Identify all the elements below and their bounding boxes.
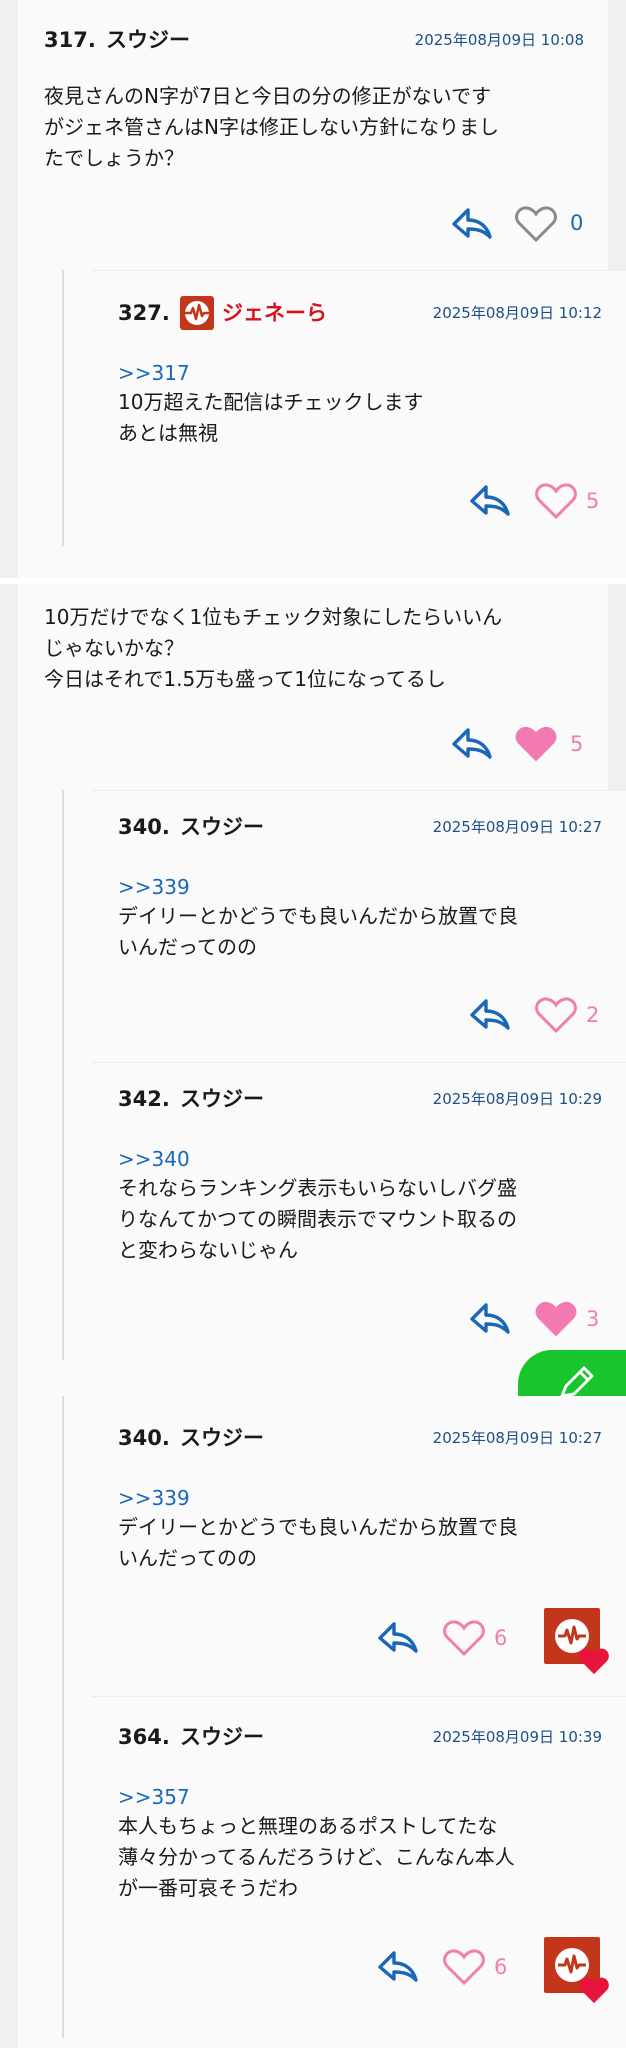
reply-arrow-icon: [470, 1303, 510, 1334]
heart-icon: [443, 1620, 485, 1657]
comment-header: 317. スウジー 2025年08月09日 10:08: [44, 24, 584, 56]
timestamp: 2025年08月09日 10:27: [432, 818, 602, 836]
like-count: 2: [586, 1003, 600, 1027]
reply-button[interactable]: [468, 481, 512, 521]
heart-icon: [443, 1949, 485, 1986]
comment-body: デイリーとかどうでも良いんだから放置で良 いんだってのの: [118, 904, 518, 959]
comment-number: 317.: [44, 28, 96, 52]
author-name[interactable]: スウジー: [180, 1083, 264, 1115]
reply-arrow-icon: [470, 999, 510, 1030]
comment-number: 364.: [118, 1725, 170, 1749]
author-name[interactable]: スウジー: [180, 1422, 264, 1454]
like-count: 6: [494, 1626, 508, 1650]
timestamp: 2025年08月09日 10:27: [432, 1429, 602, 1447]
liker-avatar[interactable]: [544, 1937, 609, 2004]
reply-button[interactable]: [376, 1618, 420, 1658]
reply-comment: 327. ジェネーら 2025年08月09日 10:12 >>317 10万超え…: [92, 270, 626, 578]
reply-arrow-icon: [452, 728, 492, 759]
comment-number: 342.: [118, 1087, 170, 1111]
timestamp: 2025年08月09日 10:12: [432, 304, 602, 322]
comment-number: 327.: [118, 301, 170, 325]
heart-filled-icon: [535, 1301, 577, 1337]
timestamp: 2025年08月09日 10:08: [414, 31, 584, 49]
comment-number: 340.: [118, 1426, 170, 1450]
heart-filled-icon: [579, 1648, 609, 1675]
liker-avatar[interactable]: [544, 1608, 609, 1675]
like-button[interactable]: [514, 204, 558, 244]
reply-reference-link[interactable]: >>339: [118, 1486, 190, 1510]
comment-header: 342. スウジー 2025年08月09日 10:29: [118, 1083, 602, 1115]
like-button[interactable]: [442, 1947, 486, 1987]
like-count: 5: [570, 732, 584, 756]
like-button[interactable]: [534, 481, 578, 521]
author-name[interactable]: スウジー: [180, 1721, 264, 1753]
comment-card: 317. スウジー 2025年08月09日 10:08 夜見さんのN字が7日と今…: [18, 0, 626, 578]
heart-icon: [515, 206, 557, 243]
author-name[interactable]: スウジー: [106, 24, 190, 56]
comment-body: 10万超えた配信はチェックします あとは無視: [118, 390, 424, 445]
reply-arrow-icon: [378, 1622, 418, 1653]
comment-body: 夜見さんのN字が7日と今日の分の修正がないです がジェネ管さんはN字は修正しない…: [44, 84, 499, 170]
heart-filled-icon: [515, 726, 557, 762]
reply-reference-link[interactable]: >>339: [118, 875, 190, 899]
comment-header: 340. スウジー 2025年08月09日 10:27: [118, 1422, 602, 1454]
reply-button[interactable]: [468, 995, 512, 1035]
like-count: 6: [494, 1955, 508, 1979]
like-button[interactable]: [534, 995, 578, 1035]
like-button[interactable]: [514, 724, 558, 764]
reply-thread-line: [62, 270, 64, 546]
comment-body: それならランキング表示もいらないしバグ盛 りなんてかつての瞬間表示でマウント取る…: [118, 1176, 517, 1262]
reply-thread-line: [62, 1396, 64, 2038]
reply-button[interactable]: [450, 724, 494, 764]
reply-button[interactable]: [450, 204, 494, 244]
reply-comment: 342. スウジー 2025年08月09日 10:29 >>340 それならラン…: [92, 1062, 626, 1396]
comment-body: 本人もちょっと無理のあるポストしてたな 薄々分かってるんだろうけど、こんなん本人…: [118, 1814, 515, 1900]
pulse-badge-icon: [180, 296, 214, 330]
comment-header: 327. ジェネーら 2025年08月09日 10:12: [118, 296, 602, 330]
reply-button[interactable]: [376, 1947, 420, 1987]
heart-filled-icon: [579, 1977, 609, 2004]
like-button[interactable]: [534, 1299, 578, 1339]
comment-number: 340.: [118, 815, 170, 839]
screenshot-segment-2: 10万だけでなく1位もチェック対象にしたらいいん じゃないかな？ 今日はそれで1…: [0, 584, 626, 1396]
reply-comment: 364. スウジー 2025年08月09日 10:39 >>357 本人もちょっ…: [92, 1696, 626, 2048]
like-count: 0: [570, 211, 584, 235]
reply-comment: 340. スウジー 2025年08月09日 10:27 >>339 デイリーとか…: [92, 1396, 626, 1696]
reply-arrow-icon: [378, 1951, 418, 1982]
screenshot-segment-1: 317. スウジー 2025年08月09日 10:08 夜見さんのN字が7日と今…: [0, 0, 626, 578]
comment-card: 340. スウジー 2025年08月09日 10:27 >>339 デイリーとか…: [18, 1396, 626, 2048]
comment-card: 10万だけでなく1位もチェック対象にしたらいいん じゃないかな？ 今日はそれで1…: [18, 584, 626, 1396]
reply-button[interactable]: [468, 1299, 512, 1339]
like-count: 5: [586, 489, 600, 513]
heart-icon: [535, 997, 577, 1034]
reply-reference-link[interactable]: >>357: [118, 1785, 190, 1809]
like-count: 3: [586, 1307, 600, 1331]
reply-comment: 340. スウジー 2025年08月09日 10:27 >>339 デイリーとか…: [92, 790, 626, 1063]
heart-icon: [535, 483, 577, 520]
comment-header: 364. スウジー 2025年08月09日 10:39: [118, 1721, 602, 1753]
reply-arrow-icon: [452, 208, 492, 239]
pulse-badge-icon: [558, 1625, 586, 1645]
reply-reference-link[interactable]: >>317: [118, 361, 190, 385]
timestamp: 2025年08月09日 10:39: [432, 1728, 602, 1746]
reply-arrow-icon: [470, 485, 510, 516]
timestamp: 2025年08月09日 10:29: [432, 1090, 602, 1108]
comment-header: 340. スウジー 2025年08月09日 10:27: [118, 811, 602, 843]
reply-reference-link[interactable]: >>340: [118, 1147, 190, 1171]
reply-thread-line: [62, 790, 64, 1360]
author-name[interactable]: ジェネーら: [222, 297, 327, 329]
author-name[interactable]: スウジー: [180, 811, 264, 843]
like-button[interactable]: [442, 1618, 486, 1658]
screenshot-segment-3: 340. スウジー 2025年08月09日 10:27 >>339 デイリーとか…: [0, 1396, 626, 2048]
pulse-badge-icon: [558, 1954, 586, 1974]
comment-body: デイリーとかどうでも良いんだから放置で良 いんだってのの: [118, 1515, 518, 1570]
comment-body: 10万だけでなく1位もチェック対象にしたらいいん じゃないかな？ 今日はそれで1…: [44, 605, 503, 691]
